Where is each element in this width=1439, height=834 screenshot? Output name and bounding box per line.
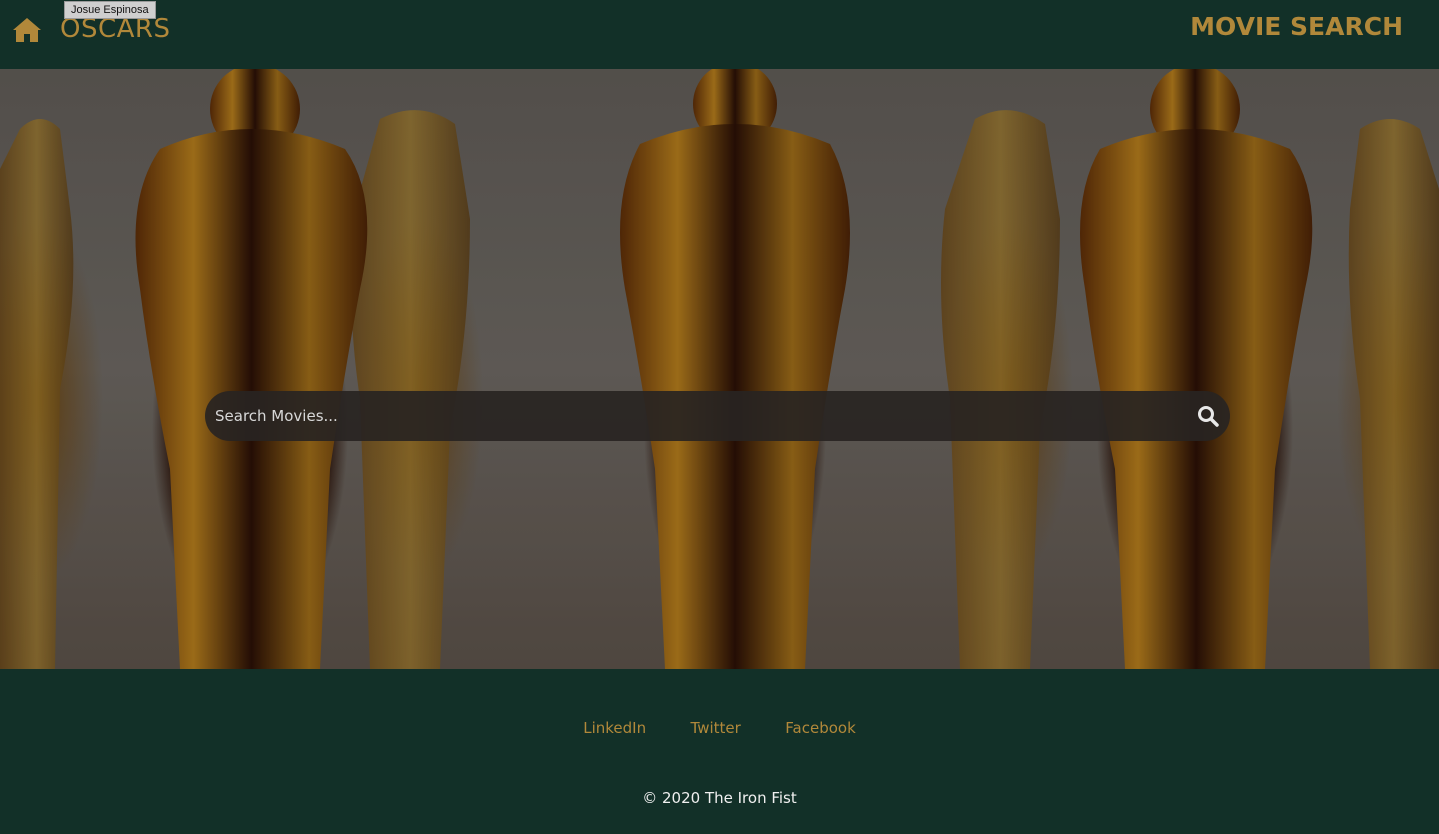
facebook-link[interactable]: Facebook	[785, 719, 855, 737]
hero-banner	[0, 69, 1439, 669]
copyright-text: © 2020 The Iron Fist	[642, 789, 797, 807]
movie-search-link[interactable]: MOVIE SEARCH	[1190, 12, 1403, 41]
site-header: OSCARS Josue Espinosa MOVIE SEARCH	[0, 0, 1439, 69]
twitter-link[interactable]: Twitter	[691, 719, 741, 737]
search-icon[interactable]	[1197, 405, 1219, 427]
hover-tooltip: Josue Espinosa	[64, 1, 156, 19]
home-icon[interactable]	[12, 16, 42, 44]
search-bar	[205, 391, 1230, 441]
linkedin-link[interactable]: LinkedIn	[583, 719, 646, 737]
search-input[interactable]	[215, 391, 1175, 441]
footer-social-links: LinkedIn Twitter Facebook	[0, 719, 1439, 738]
